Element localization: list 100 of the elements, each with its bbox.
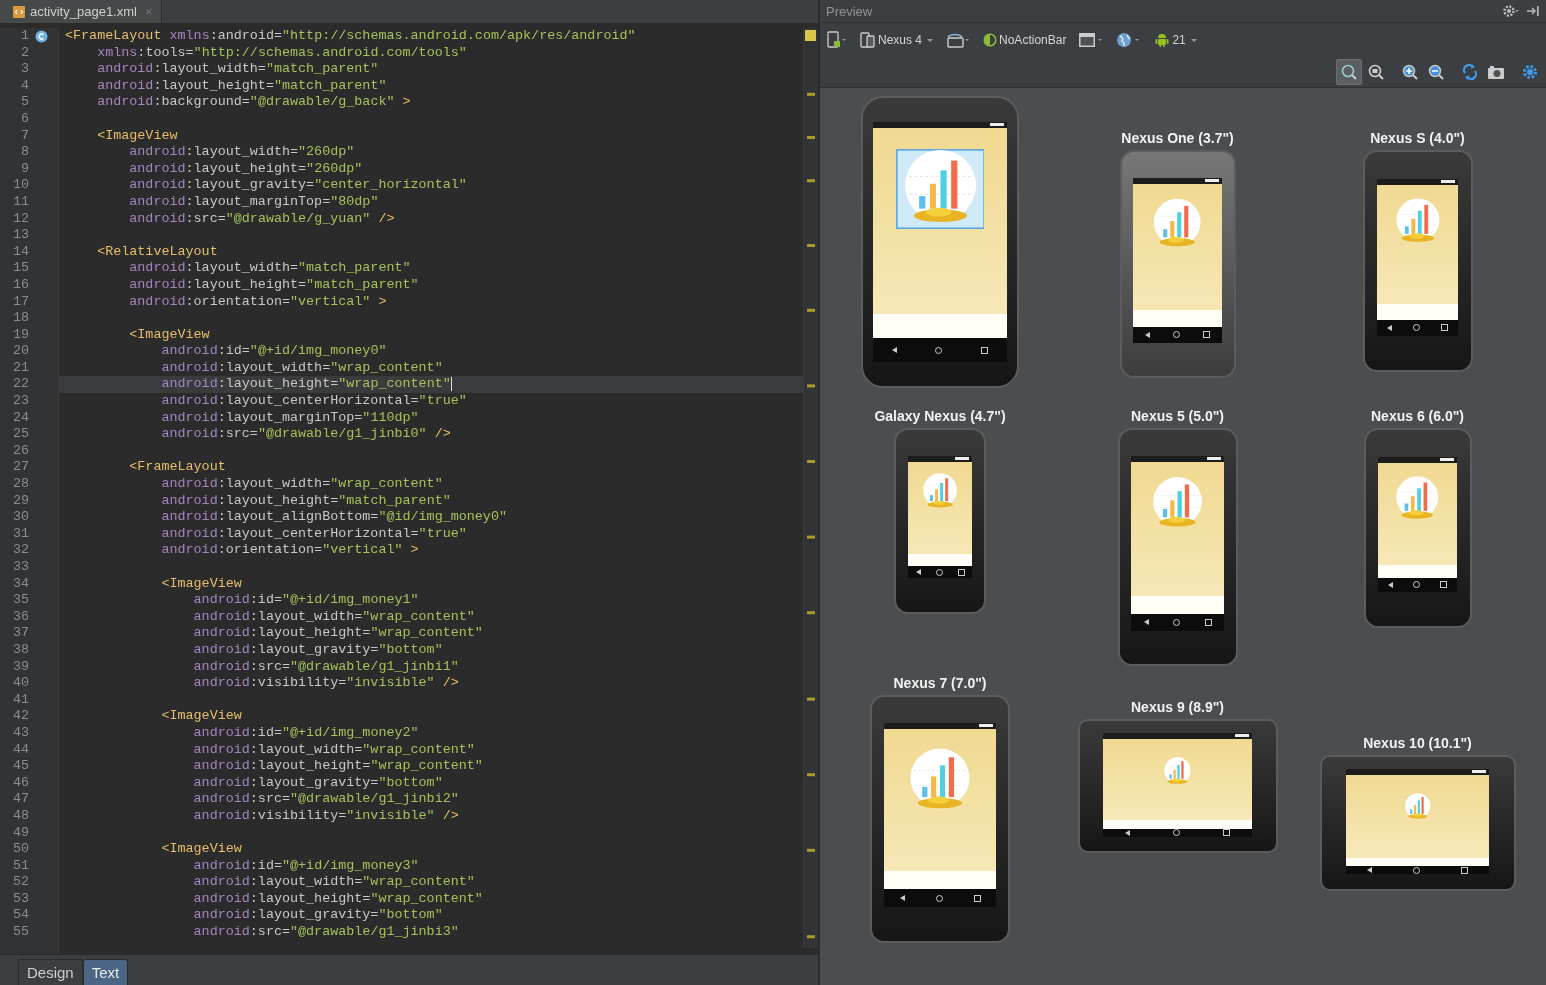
phone-drawing[interactable]	[1119, 150, 1236, 378]
line-number: 28	[11, 476, 30, 493]
code-line: android:layout_height="wrap_content"	[160, 376, 452, 392]
hide-panel-icon[interactable]	[1526, 5, 1540, 17]
line-number: 10	[11, 177, 30, 194]
line-number: 5	[19, 94, 30, 111]
xml-file-icon	[12, 4, 26, 19]
device-label: Nexus One (3.7")	[1121, 130, 1234, 146]
code-line: android:layout_width="260dp"	[128, 144, 355, 160]
view-tab[interactable]: Text	[82, 959, 129, 985]
line-number: 20	[11, 343, 30, 360]
line-number: 29	[11, 492, 30, 510]
code-line: <FrameLayout xmlns:android="http://schemas.android.com/apk/res/android"	[65, 28, 636, 43]
line-number: 14	[11, 243, 30, 261]
api-level-dropdown[interactable]: 21	[1154, 32, 1197, 48]
line-number: 4	[19, 77, 30, 95]
code-line: <ImageView	[160, 575, 242, 591]
line-number: 9	[19, 160, 30, 178]
code-line: android:background="@drawable/g_back" >	[96, 94, 411, 110]
line-number: 48	[11, 807, 30, 825]
settings-icon[interactable]	[1502, 4, 1520, 18]
theme-icon	[983, 33, 998, 47]
device-label: Nexus 9 (8.9")	[1131, 699, 1224, 715]
line-number: 6	[19, 110, 30, 128]
line-number: 15	[11, 260, 30, 277]
code-line: <ImageView	[160, 708, 242, 724]
line-number: 52	[11, 874, 30, 891]
view-tab[interactable]: Design	[18, 959, 83, 985]
code-line: android:id="@+id/img_money3"	[192, 857, 419, 873]
line-number: 19	[11, 326, 30, 344]
code-line: android:src="@drawable/g1_jinbi1"	[192, 658, 459, 674]
phone-drawing[interactable]	[861, 96, 1019, 388]
line-number: 22	[11, 376, 30, 394]
tablet-drawing[interactable]	[1077, 719, 1278, 853]
line-number: 13	[11, 227, 30, 244]
code-line: android:layout_height="match_parent"	[96, 77, 387, 93]
file-tab[interactable]: activity_page1.xml ×	[0, 0, 162, 23]
device-label: Nexus 7 (7.0")	[893, 675, 987, 691]
line-number: 7	[19, 127, 30, 145]
line-number: 53	[11, 890, 30, 908]
android-icon	[1154, 32, 1171, 48]
device-dropdown[interactable]: Nexus 4	[860, 32, 934, 48]
line-number: 49	[11, 824, 30, 842]
device-label: Nexus S (4.0")	[1370, 130, 1465, 146]
line-number: 54	[11, 907, 30, 925]
code-line: xmlns:tools="http://schemas.android.com/tools"	[96, 44, 467, 60]
phone-drawing[interactable]	[894, 428, 986, 614]
line-number: 43	[11, 724, 30, 742]
phone-drawing[interactable]	[1363, 428, 1472, 628]
code-line: android:layout_width="match_parent"	[128, 260, 411, 276]
line-number: 50	[11, 841, 30, 858]
code-line: android:orientation="vertical" >	[160, 542, 419, 558]
phone-drawing[interactable]	[1117, 428, 1238, 666]
phone-drawing[interactable]	[870, 695, 1010, 943]
code-line: android:layout_height="260dp"	[128, 160, 363, 176]
code-line: android:src="@drawable/g_yuan" />	[128, 210, 395, 226]
line-number: 55	[11, 924, 30, 941]
device-label: Nexus 10 (10.1")	[1363, 735, 1472, 751]
code-line: <ImageView	[128, 326, 210, 342]
line-number: 38	[11, 641, 30, 659]
phone-drawing[interactable]	[1362, 150, 1473, 372]
device-icon[interactable]	[826, 31, 848, 49]
code-line: android:layout_alignBottom="@id/img_money0"	[160, 509, 507, 525]
tablet-drawing[interactable]	[1319, 755, 1516, 891]
line-number: 31	[11, 525, 30, 543]
line-number: 21	[11, 359, 30, 377]
line-number: 25	[11, 426, 30, 443]
line-number: 30	[11, 509, 30, 526]
line-number: 23	[11, 393, 30, 410]
line-number: 42	[11, 708, 30, 725]
code-line: android:src="@drawable/g1_jinbi2"	[192, 791, 459, 807]
code-line: android:visibility="invisible" />	[192, 675, 459, 691]
code-line: android:layout_width="wrap_content"	[192, 608, 475, 624]
line-number: 12	[11, 210, 30, 228]
line-number: 47	[11, 791, 30, 808]
code-line: android:layout_height="wrap_content"	[192, 758, 483, 774]
code-line: android:layout_width="match_parent"	[96, 61, 379, 77]
code-line: android:id="@+id/img_money2"	[192, 724, 419, 740]
rotate-device-icon[interactable]	[945, 31, 972, 49]
line-number: 11	[11, 193, 30, 211]
line-number: 8	[19, 144, 30, 161]
zoom-to-fit-icon[interactable]	[1336, 59, 1362, 85]
line-number: 2	[19, 44, 30, 62]
line-number: 17	[11, 293, 30, 311]
line-number: 40	[11, 675, 30, 692]
code-line: android:layout_marginTop="80dp"	[128, 193, 379, 209]
code-line: android:layout_width="wrap_content"	[192, 741, 475, 757]
line-number: 39	[11, 658, 30, 676]
code-line: android:orientation="vertical" >	[128, 293, 387, 309]
device-label: Nexus 6 (6.0")	[1371, 408, 1464, 424]
line-number: 45	[11, 758, 30, 775]
code-line: android:layout_height="wrap_content"	[192, 890, 483, 906]
line-number: 44	[11, 741, 30, 759]
layout-icon[interactable]	[1078, 32, 1105, 48]
code-line: android:layout_centerHorizontal="true"	[160, 393, 467, 409]
line-number: 35	[11, 592, 30, 609]
code-line: android:layout_width="wrap_content"	[160, 359, 443, 375]
line-number: 16	[11, 276, 30, 294]
theme-dropdown[interactable]: NoActionBar	[983, 33, 1067, 47]
code-line: android:src="@drawable/g1_jinbi3"	[192, 924, 459, 940]
